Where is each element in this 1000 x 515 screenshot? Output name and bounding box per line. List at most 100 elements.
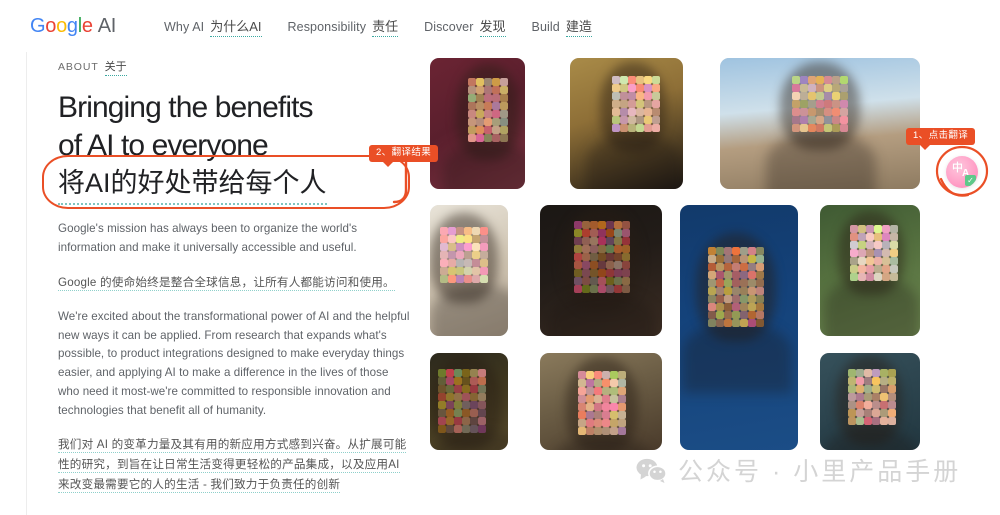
pixelated-face-block <box>484 126 492 134</box>
pixelated-face-block <box>582 261 590 269</box>
pixelated-face-block <box>800 116 808 124</box>
pixelated-face-block <box>612 84 620 92</box>
pixelated-face-block <box>716 287 724 295</box>
pixelated-face-block <box>756 279 764 287</box>
pixelated-face-block <box>652 76 660 84</box>
pixelated-face-block <box>716 271 724 279</box>
pixelated-face-block <box>492 78 500 86</box>
pixelated-face-block <box>602 403 610 411</box>
photo-portrait-woman-brunette <box>540 353 662 450</box>
pixelated-face-block <box>468 126 476 134</box>
nav-item-why-ai[interactable]: Why AI 为什么AI <box>164 16 262 37</box>
pixelated-face-block <box>620 92 628 100</box>
nav-item-responsibility[interactable]: Responsibility 责任 <box>288 16 399 37</box>
pixelated-face-block <box>606 269 614 277</box>
pixelated-face-block <box>618 387 626 395</box>
pixelated-face-block <box>602 419 610 427</box>
google-ai-logo[interactable]: Google AI <box>30 15 116 38</box>
pixelated-face-block <box>882 257 890 265</box>
pixelated-face-block <box>454 393 462 401</box>
pixelated-face-block <box>598 221 606 229</box>
pixelated-face-block <box>454 417 462 425</box>
pixelated-face-block <box>848 369 856 377</box>
pixelated-face-block <box>740 295 748 303</box>
pixelated-face-block <box>880 385 888 393</box>
pixelated-face-block <box>890 233 898 241</box>
nav-item-label-en: Build <box>532 20 560 34</box>
watermark-text: 公众号 · 小里产品手册 <box>678 452 961 488</box>
pixelated-face-block <box>840 116 848 124</box>
pixelated-face-block <box>832 108 840 116</box>
pixelated-face-block <box>620 108 628 116</box>
pixelated-face-block <box>724 263 732 271</box>
pixelated-face-block <box>824 84 832 92</box>
pixelated-face-block <box>472 235 480 243</box>
pixelated-face-block <box>866 257 874 265</box>
pixelated-face-block <box>606 253 614 261</box>
pixelated-face-block <box>586 403 594 411</box>
pixelated-face-block <box>464 235 472 243</box>
pixelated-face-block <box>492 102 500 110</box>
pixelated-face-block <box>748 287 756 295</box>
pixelated-face-block <box>622 277 630 285</box>
pixelated-face-block <box>610 387 618 395</box>
pixelated-face-block <box>464 227 472 235</box>
pixelated-face-block <box>606 229 614 237</box>
pixelated-face-block <box>438 377 446 385</box>
badge-tail <box>919 144 931 150</box>
pixelated-face-block <box>708 279 716 287</box>
pixelated-face-block <box>618 411 626 419</box>
pixelated-face-block <box>652 124 660 132</box>
pixelated-face-block <box>470 393 478 401</box>
pixelated-face-block <box>598 269 606 277</box>
pixelated-face-block <box>858 265 866 273</box>
page-title-translation: 将AI的好处带给每个人 <box>58 166 327 205</box>
pixelated-face-block <box>824 92 832 100</box>
pixelated-face-block <box>888 369 896 377</box>
article-column: ABOUT 关于 Bringing the benefits of AI to … <box>58 58 410 495</box>
pixelated-face-block <box>472 227 480 235</box>
pixelated-face-block <box>606 277 614 285</box>
pixelated-face-block <box>816 84 824 92</box>
pixelated-face-block <box>816 92 824 100</box>
pixelated-face-block <box>864 409 872 417</box>
pixelated-face-block <box>832 92 840 100</box>
page-root: Google AI Why AI 为什么AI Responsibility 责任 … <box>0 0 1000 515</box>
pixelated-face-block <box>748 311 756 319</box>
pixelated-face-block <box>628 100 636 108</box>
pixelated-face-block <box>610 379 618 387</box>
pixelated-face-block <box>880 417 888 425</box>
pixelated-face-block <box>606 245 614 253</box>
pixelated-face-block <box>478 425 486 433</box>
pixelated-face-block <box>716 319 724 327</box>
annotation-badge-click-translate: 1、点击翻译 <box>906 128 975 145</box>
pixelated-face-block <box>606 221 614 229</box>
nav-item-build[interactable]: Build 建造 <box>532 16 592 37</box>
pixelated-face-block <box>610 371 618 379</box>
pixelated-face-block <box>582 245 590 253</box>
pixelated-face-block <box>636 108 644 116</box>
translate-floating-button[interactable]: 中 A ✓ <box>946 156 978 188</box>
pixelated-face-block <box>464 243 472 251</box>
pixelated-face-block <box>864 393 872 401</box>
pixelated-face-block <box>602 395 610 403</box>
pixelated-face-block <box>618 419 626 427</box>
pixelated-face-block <box>756 319 764 327</box>
photo-portrait-woman-curly <box>570 58 683 189</box>
pixelated-face-block <box>800 76 808 84</box>
pixelated-face-block <box>472 243 480 251</box>
pixelated-face-block <box>574 229 582 237</box>
paragraph-1-en: Google's mission has always been to orga… <box>58 220 410 258</box>
pixelated-face-block <box>456 243 464 251</box>
pixelated-face-block <box>872 369 880 377</box>
pixelated-face-block <box>480 267 488 275</box>
pixelated-face-block <box>620 76 628 84</box>
nav-item-discover[interactable]: Discover 发现 <box>424 16 505 37</box>
pixelated-face-block <box>478 369 486 377</box>
pixelated-face-block <box>440 227 448 235</box>
pixelated-face-block <box>890 265 898 273</box>
pixelated-face-block <box>446 401 454 409</box>
pixelated-face-block <box>874 233 882 241</box>
pixelated-face-block <box>478 393 486 401</box>
pixelated-face-block <box>456 275 464 283</box>
